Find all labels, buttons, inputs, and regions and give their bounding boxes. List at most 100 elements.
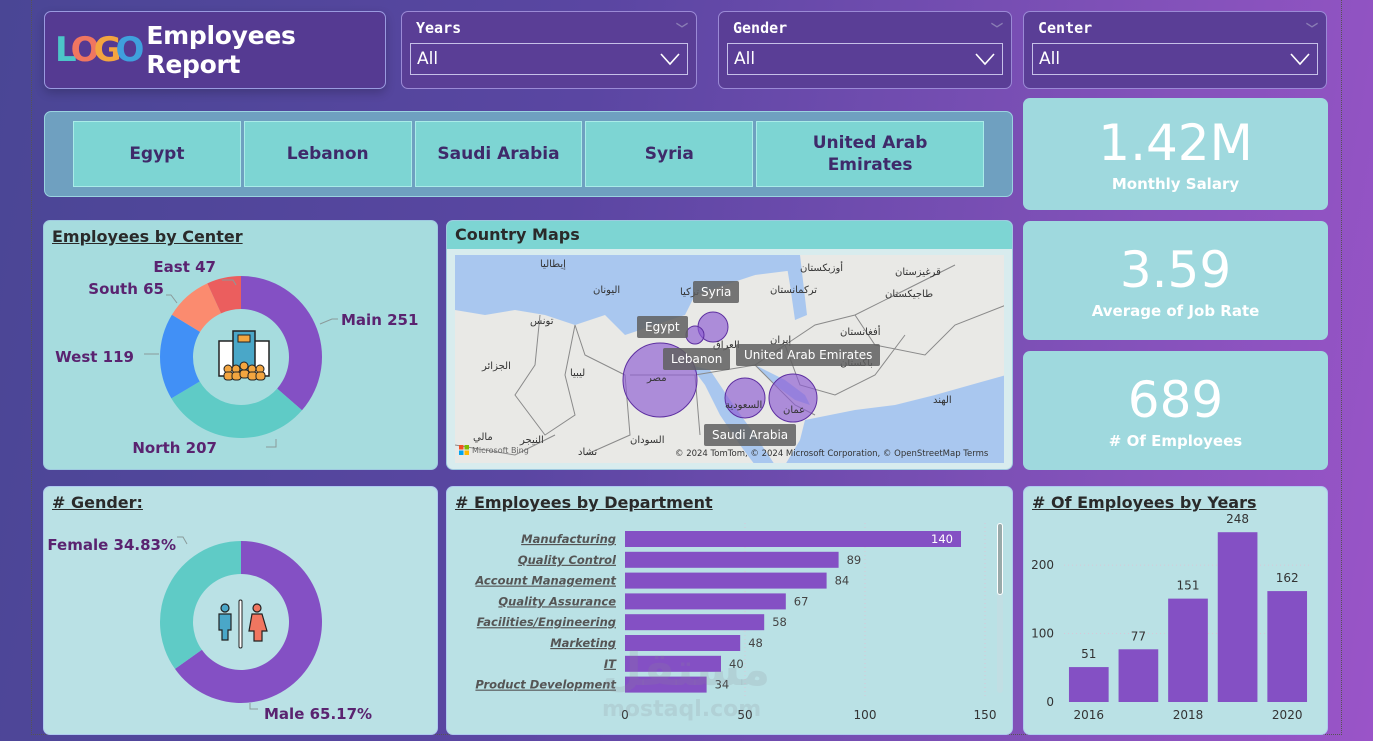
years-bar-chart: 0 100 200 51 2016 77 151 2018 248 162 2020 (1031, 512, 1312, 722)
logo: L O G O (55, 30, 145, 70)
collapse-chevron-icon[interactable]: ﹀ (1306, 20, 1318, 37)
category-label: Quality Assurance (498, 594, 616, 608)
map-header: Country Maps (447, 221, 1012, 249)
data-label: South 65 (88, 280, 164, 298)
dropdown-value: All (417, 49, 439, 69)
map-place-label: مالي (473, 432, 493, 443)
data-label: 77 (1131, 629, 1146, 643)
slicer-label: Gender (733, 19, 788, 37)
scrollbar-thumb[interactable] (997, 523, 1003, 595)
center-dropdown[interactable]: All (1032, 43, 1318, 75)
bar-2016 (1068, 667, 1109, 702)
x-tick-label: 100 (854, 708, 877, 722)
restroom-gender-icon (218, 599, 268, 649)
slicer-gender: Gender ﹀ All (718, 11, 1012, 89)
slicer-label: Years (416, 19, 462, 37)
years-panel: # Of Employees by Years 0 100 200 51 2016 77 1… (1023, 486, 1328, 735)
female-head (252, 603, 262, 613)
data-label: 151 (1177, 579, 1200, 593)
chevron-down-icon (975, 53, 995, 66)
map-label-syria: Syria (693, 281, 740, 303)
bar-2019 (1217, 532, 1258, 702)
map-place-label: ليبيا (570, 368, 586, 379)
data-label: Female 34.83% (47, 536, 176, 554)
category-label: Facilities/Engineering (477, 615, 616, 629)
x-tick-label: 50 (737, 708, 752, 722)
x-tick-label: 2016 (1074, 708, 1105, 722)
map-place-label: عمان (783, 405, 806, 416)
map-label-lebanon: Lebanon (663, 348, 731, 370)
department-bar-chart: 0 50 100 150 Manufacturing 140 Quality Control… (474, 523, 996, 722)
map-provider: Microsoft Bing (472, 445, 529, 455)
bar-2018 (1168, 598, 1208, 702)
years-dropdown[interactable]: All (410, 43, 688, 75)
gender-dropdown[interactable]: All (727, 43, 1003, 75)
y-tick-label: 200 (1031, 558, 1054, 572)
bar-quality-assurance (625, 593, 786, 610)
bar-manufacturing (625, 531, 961, 547)
category-label: Manufacturing (521, 532, 616, 546)
map-place-label: طاجيكستان (885, 289, 934, 300)
bar-quality-control (625, 551, 839, 568)
logo-letter: O (115, 30, 145, 70)
kpi-caption: Monthly Salary (1111, 175, 1240, 193)
collapse-chevron-icon[interactable]: ﹀ (676, 20, 688, 37)
data-label: 48 (748, 636, 763, 650)
country-slicer: Egypt Lebanon Saudi Arabia Syria United … (44, 111, 1013, 197)
map-label-uae: United Arab Emirates (736, 344, 881, 366)
leader-line (266, 439, 277, 448)
leader-line (319, 318, 338, 325)
x-tick-label: 2020 (1272, 708, 1303, 722)
scrollbar-track[interactable] (997, 523, 1003, 693)
male-head (220, 603, 230, 613)
bar-facilities-engineering (625, 614, 765, 631)
bar-it (625, 655, 721, 672)
dropdown-value: All (1039, 49, 1061, 69)
microsoft-logo-icon (459, 445, 469, 455)
leader-line (177, 536, 188, 545)
bar-2017 (1118, 649, 1159, 702)
dropdown-value: All (734, 49, 756, 69)
data-label: 248 (1226, 512, 1249, 526)
country-button-egypt[interactable]: Egypt (73, 121, 241, 187)
map-attribution[interactable]: © 2024 TomTom, © 2024 Microsoft Corporat… (675, 449, 988, 459)
gender-panel: # Gender: Male 65.17% Female 34.83% (43, 486, 438, 735)
data-label: 34 (715, 678, 730, 692)
kpi-employee-count: 689 # Of Employees (1023, 351, 1328, 470)
office-building-people-icon (218, 330, 270, 381)
person-body (255, 371, 266, 381)
kpi-value: 1.42M (1098, 114, 1253, 172)
country-button-syria[interactable]: Syria (585, 121, 754, 187)
logo-letter: G (93, 30, 122, 70)
country-button-saudi-arabia[interactable]: Saudi Arabia (414, 121, 583, 187)
donut-slice-female (160, 541, 241, 669)
bubble-saudi-arabia[interactable] (724, 377, 766, 419)
data-label: 162 (1276, 571, 1299, 585)
data-label: 40 (729, 657, 744, 671)
data-label: 89 (847, 553, 862, 567)
bubble-lebanon[interactable] (685, 325, 705, 345)
report-title-card: L O G O Employees Report (44, 11, 386, 89)
map-canvas[interactable]: إيطاليا اليونان تركيا تونس الجزائر ليبيا… (455, 255, 1004, 463)
gender-donut-chart: Male 65.17% Female 34.83% (47, 536, 372, 723)
collapse-chevron-icon[interactable]: ﹀ (991, 20, 1003, 37)
map-place-label: تونس (530, 316, 554, 327)
y-tick-label: 100 (1031, 627, 1054, 641)
country-button-uae[interactable]: United Arab Emirates (756, 121, 984, 187)
kpi-avg-job-rate: 3.59 Average of Job Rate (1023, 221, 1328, 340)
map-place-label: اليونان (593, 285, 621, 296)
data-label: West 119 (55, 348, 134, 366)
data-label: North 207 (132, 439, 217, 457)
data-label: 140 (931, 532, 953, 546)
data-label: Male 65.17% (264, 705, 372, 723)
building-sign (237, 334, 251, 343)
data-label: 58 (772, 615, 787, 629)
data-label: 67 (794, 594, 809, 608)
country-button-lebanon[interactable]: Lebanon (243, 121, 412, 187)
bar-marketing (625, 635, 741, 651)
kpi-monthly-salary: 1.42M Monthly Salary (1023, 98, 1328, 210)
male-body (218, 613, 232, 641)
slicer-years: Years ﹀ All (401, 11, 697, 89)
data-label: Main 251 (341, 311, 418, 329)
leader-line (166, 294, 178, 304)
